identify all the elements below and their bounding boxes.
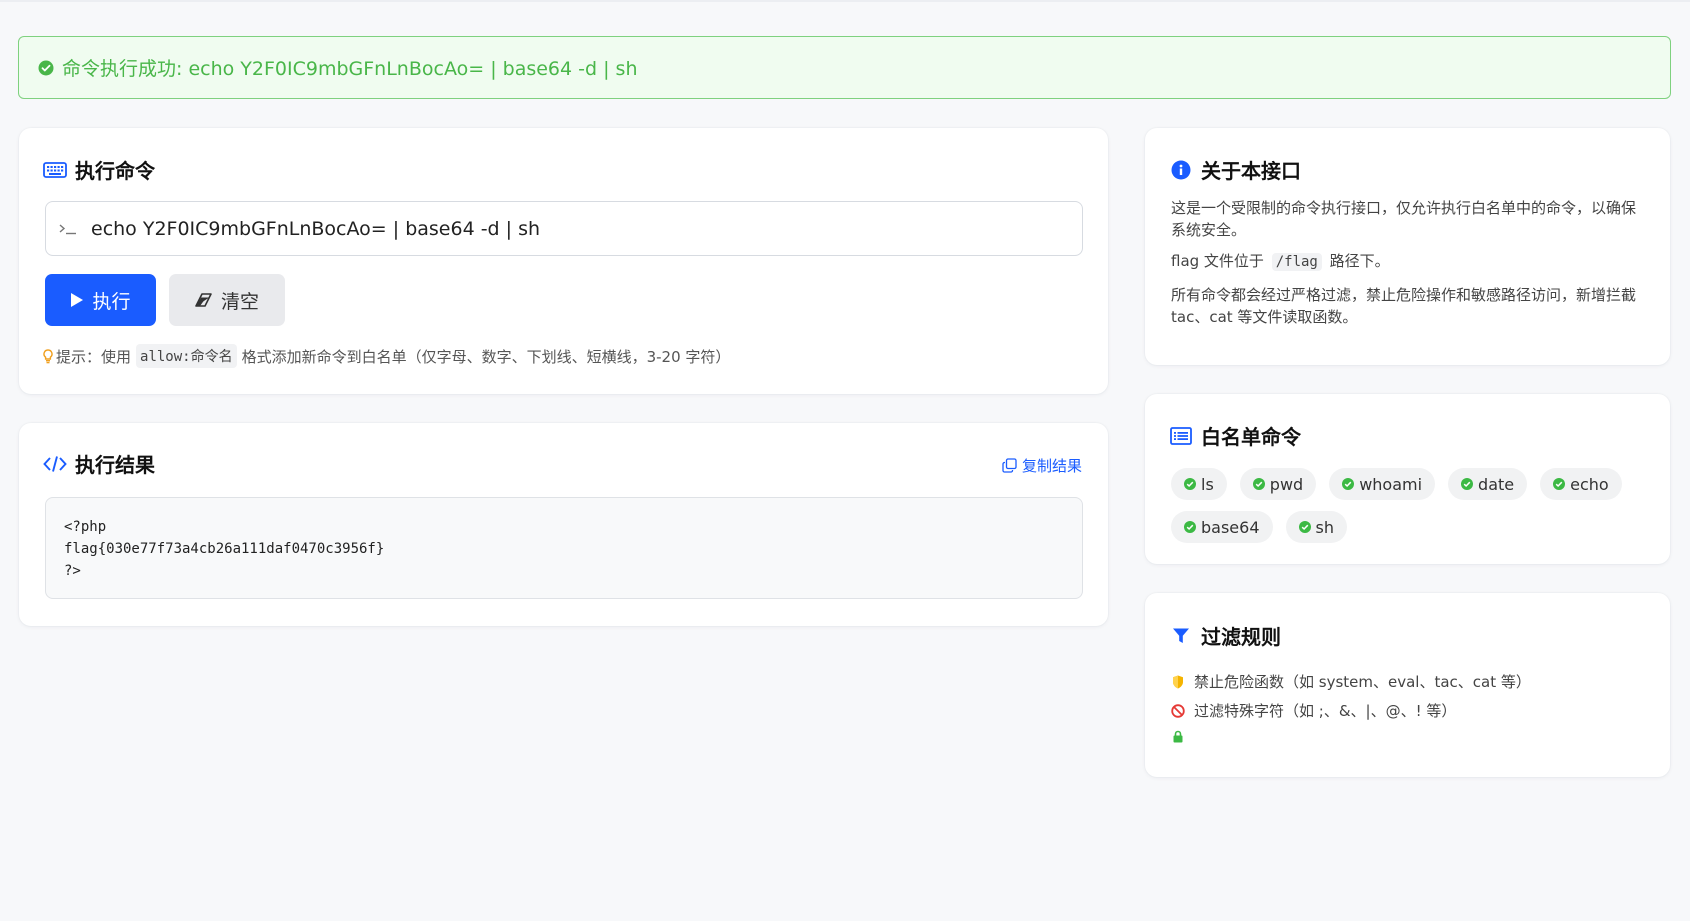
about-flag-location: flag 文件位于 /flag 路径下。 — [1171, 250, 1641, 273]
execute-label: 执行 — [92, 290, 131, 313]
lock-icon — [1171, 728, 1185, 744]
command-input-wrapper[interactable] — [45, 201, 1083, 256]
whitelist-card: 白名单命令 ls pwd whoami date echo base64 sh — [1145, 394, 1670, 564]
code-icon — [43, 452, 67, 476]
whitelist-title-text: 白名单命令 — [1201, 425, 1301, 449]
play-icon — [70, 292, 84, 308]
hint-text: 提示：使用 allow:命令名 格式添加新命令到白名单（仅字母、数字、下划线、短… — [43, 344, 730, 368]
result-title: 执行结果 — [43, 449, 155, 478]
whitelist-tag[interactable]: echo — [1540, 468, 1622, 500]
about-title-text: 关于本接口 — [1201, 159, 1301, 183]
rules-title: 过滤规则 — [1169, 621, 1281, 650]
hint-code: allow:命令名 — [136, 344, 237, 368]
check-circle-icon — [1252, 478, 1265, 490]
about-flag-prefix: flag 文件位于 — [1171, 252, 1264, 270]
check-circle-icon — [1342, 478, 1355, 490]
whitelist-tag[interactable]: whoami — [1329, 468, 1436, 500]
whitelist-title: 白名单命令 — [1169, 421, 1301, 450]
clear-button[interactable]: 清空 — [169, 274, 285, 326]
about-card: 关于本接口 这是一个受限制的命令执行接口，仅允许执行白名单中的命令，以确保系统安… — [1145, 128, 1670, 365]
result-title-text: 执行结果 — [75, 453, 155, 477]
whitelist-tag[interactable]: sh — [1285, 511, 1347, 543]
about-filter-note: 所有命令都会经过严格过滤，禁止危险操作和敏感路径访问，新增拦截 tac、cat … — [1171, 286, 1637, 326]
whitelist-tag[interactable]: base64 — [1171, 511, 1273, 543]
command-title-text: 执行命令 — [75, 159, 155, 183]
rules-title-text: 过滤规则 — [1201, 625, 1281, 649]
rule-text: 过滤特殊字符（如 ;、&、|、@、! 等） — [1194, 702, 1457, 720]
lightbulb-icon — [43, 348, 53, 364]
about-description: 这是一个受限制的命令执行接口，仅允许执行白名单中的命令，以确保系统安全。 — [1171, 199, 1637, 239]
shield-icon — [1171, 674, 1185, 690]
command-card: 执行命令 执行 清空 提示：使用 allow:命令名 格式添加新命令到白名单（仅… — [19, 128, 1108, 394]
whitelist-tag-label: date — [1478, 474, 1515, 494]
check-circle-icon — [1553, 478, 1566, 490]
whitelist-tag-label: sh — [1315, 517, 1334, 537]
whitelist-tag-label: whoami — [1359, 474, 1423, 494]
top-strip — [0, 0, 1690, 2]
keyboard-icon — [43, 158, 67, 182]
whitelist-tag-label: pwd — [1269, 474, 1304, 494]
ban-icon — [1171, 703, 1185, 719]
whitelist-tag[interactable]: ls — [1171, 468, 1227, 500]
check-circle-icon — [1184, 478, 1196, 490]
whitelist-tags: ls pwd whoami date echo base64 sh — [1171, 468, 1641, 543]
whitelist-tag-label: ls — [1201, 474, 1214, 494]
execute-button[interactable]: 执行 — [45, 274, 156, 326]
alert-text: 命令执行成功: echo Y2F0IC9mbGFnLnBocAo= | base… — [62, 58, 638, 80]
result-card: 执行结果 复制结果 <?php flag{030e77f73a4cb26a111… — [19, 423, 1108, 626]
rule-item: 过滤特殊字符（如 ;、&、|、@、! 等） — [1171, 700, 1456, 721]
about-flag-suffix: 路径下。 — [1329, 252, 1390, 270]
rules-card: 过滤规则 禁止危险函数（如 system、eval、tac、cat 等） 过滤特… — [1145, 593, 1670, 777]
list-icon — [1169, 424, 1193, 448]
about-flag-path: /flag — [1271, 253, 1322, 271]
copy-result-link[interactable]: 复制结果 — [1002, 455, 1082, 476]
result-output: <?php flag{030e77f73a4cb26a111daf0470c39… — [45, 497, 1083, 599]
info-icon — [1169, 158, 1193, 182]
whitelist-tag[interactable]: pwd — [1239, 468, 1317, 500]
command-input[interactable] — [91, 217, 1071, 240]
command-title: 执行命令 — [43, 155, 155, 184]
eraser-icon — [195, 293, 213, 307]
terminal-prompt-icon — [59, 220, 77, 238]
check-circle-icon — [38, 60, 54, 76]
rule-text: 禁止危险函数（如 system、eval、tac、cat 等） — [1194, 673, 1531, 691]
clear-label: 清空 — [220, 290, 259, 313]
hint-prefix: 提示：使用 — [56, 347, 132, 366]
copy-result-label: 复制结果 — [1021, 457, 1082, 475]
whitelist-tag-label: base64 — [1201, 517, 1260, 537]
rule-item: 禁止危险函数（如 system、eval、tac、cat 等） — [1171, 671, 1531, 692]
check-circle-icon — [1461, 478, 1474, 490]
filter-icon — [1169, 624, 1193, 648]
whitelist-tag[interactable]: date — [1448, 468, 1528, 500]
success-alert: 命令执行成功: echo Y2F0IC9mbGFnLnBocAo= | base… — [18, 36, 1671, 99]
check-circle-icon — [1298, 521, 1311, 533]
hint-suffix: 格式添加新命令到白名单（仅字母、数字、下划线、短横线，3-20 字符） — [241, 347, 731, 366]
copy-icon — [1002, 458, 1017, 473]
check-circle-icon — [1184, 521, 1196, 533]
whitelist-tag-label: echo — [1570, 474, 1609, 494]
about-title: 关于本接口 — [1169, 155, 1301, 184]
rule-item — [1171, 728, 1194, 744]
